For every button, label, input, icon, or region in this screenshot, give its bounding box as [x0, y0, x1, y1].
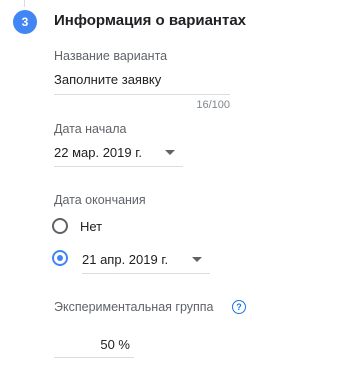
- end-date-option-date[interactable]: [52, 250, 68, 266]
- experiment-group-label: Экспериментальная группа: [54, 300, 214, 314]
- variant-name-input[interactable]: Заполните заявку: [54, 64, 230, 95]
- end-date-label: Дата окончания: [54, 193, 146, 207]
- radio-none[interactable]: [52, 218, 68, 234]
- end-date-option-none[interactable]: Нет: [52, 218, 102, 234]
- chevron-down-icon: [192, 256, 202, 262]
- start-date-select[interactable]: 22 мар. 2019 г.: [54, 138, 183, 167]
- character-counter: 16/100: [196, 99, 230, 111]
- variant-name-label: Название варианта: [54, 49, 168, 63]
- radio-none-label: Нет: [80, 218, 103, 234]
- start-date-label: Дата начала: [54, 122, 127, 136]
- stepper-connector: [24, 0, 25, 7]
- variant-name-value: Заполните заявку: [54, 72, 162, 87]
- step-number-badge: 3: [13, 10, 37, 34]
- radio-date[interactable]: [52, 250, 68, 266]
- chevron-down-icon: [165, 149, 175, 155]
- start-date-value: 22 мар. 2019 г.: [54, 144, 142, 160]
- help-icon[interactable]: ?: [232, 300, 246, 314]
- section-title: Информация о вариантах: [54, 12, 247, 29]
- experiment-percent-value: 50 %: [100, 336, 130, 352]
- experiment-percent-input[interactable]: 50 %: [54, 331, 134, 358]
- end-date-value: 21 апр. 2019 г.: [82, 251, 169, 267]
- end-date-select[interactable]: 21 апр. 2019 г.: [82, 245, 210, 274]
